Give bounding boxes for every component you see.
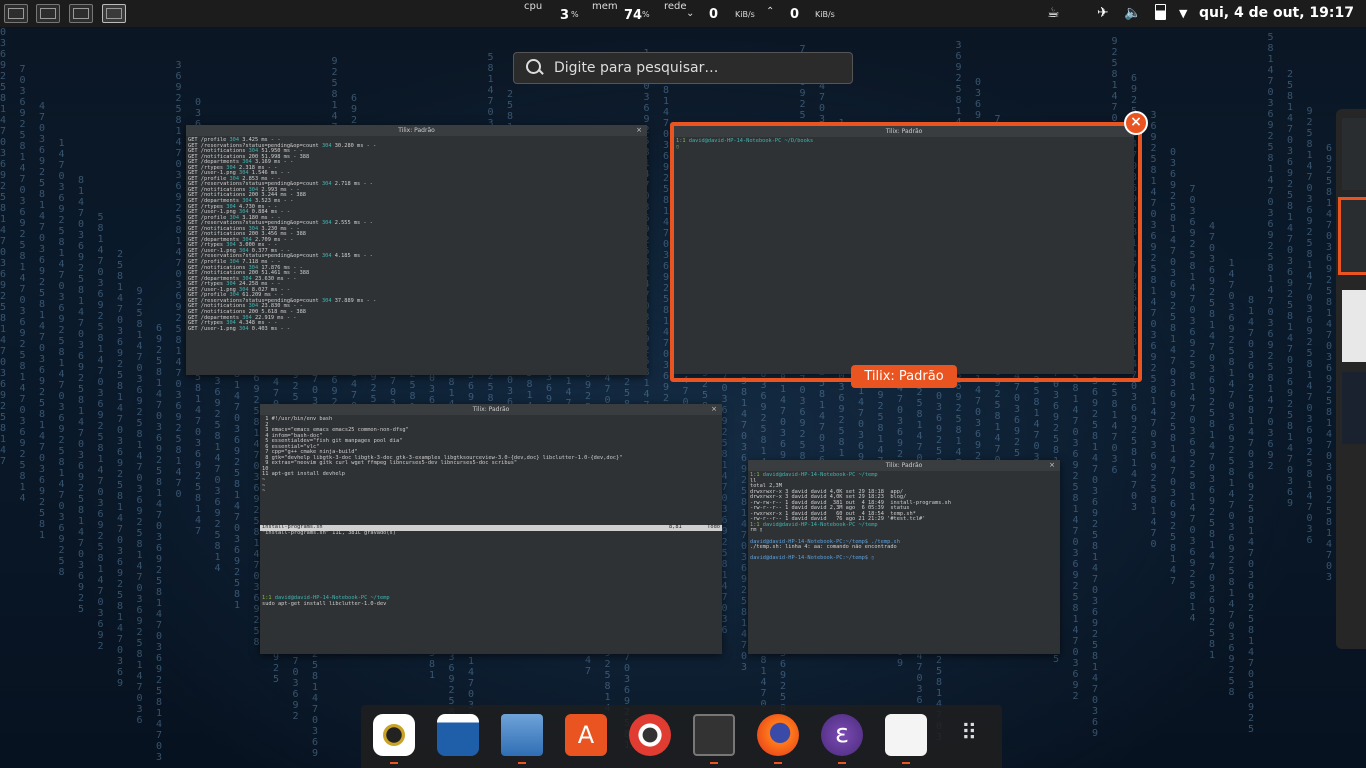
window-title: Tilix: Padrão xyxy=(398,127,435,134)
search-icon xyxy=(526,59,541,74)
mem-value: 74 xyxy=(624,8,643,23)
selected-window-frame xyxy=(670,122,1142,382)
workspace-thumbnail-3[interactable] xyxy=(1342,290,1366,362)
close-icon[interactable]: × xyxy=(1049,460,1055,471)
terminal-command: rm ▯ xyxy=(750,527,763,534)
wallpaper-glyphs: 8 1 4 7 0 3 6 9 2 5 8 1 4 7 0 3 6 9 2 5 … xyxy=(78,175,85,615)
search-input[interactable] xyxy=(552,57,846,79)
terminal-line: david@david-HP-14-Notebook-PC:~/temp$ ▯ xyxy=(750,555,875,562)
wallpaper-glyphs: 7 0 3 6 9 2 5 8 1 4 7 0 3 6 9 2 5 8 1 4 … xyxy=(19,64,26,504)
volume-icon[interactable]: 🔈 xyxy=(1124,5,1141,21)
wallpaper-glyphs: 3 6 9 2 5 8 1 4 7 0 3 6 9 2 5 8 1 4 7 0 … xyxy=(1150,110,1157,550)
terminal-prompt[interactable]: 1:1 david@david-HP-14-Notebook-PC ~/temp… xyxy=(260,594,392,609)
prompt-text: david@david-HP-14-Notebook-PC ~/temp xyxy=(762,472,878,478)
window-caption: Tilix: Padrão xyxy=(851,365,957,388)
files-icon[interactable] xyxy=(501,714,543,756)
close-window-button[interactable]: × xyxy=(1124,111,1148,135)
net-down-unit: KiB/s xyxy=(735,10,755,19)
wallpaper-glyphs: 5 8 1 4 7 0 3 6 9 2 5 8 1 4 7 0 3 6 9 2 … xyxy=(1267,32,1274,472)
help-icon[interactable] xyxy=(629,714,671,756)
workspace-thumbnail-4[interactable] xyxy=(1342,372,1366,444)
window-tilix-vim[interactable]: Tilix: Padrão × 1 #!/usr/bin/env bash 2 … xyxy=(260,404,722,654)
close-icon[interactable]: × xyxy=(636,125,642,136)
window-title: Tilix: Padrão xyxy=(472,406,510,413)
window-tilix-temp[interactable]: Tilix: Padrão × 1:1 david@david-HP-14-No… xyxy=(748,460,1060,654)
wallpaper-glyphs: 5 8 1 4 7 0 3 6 9 2 5 8 1 4 7 0 3 6 9 2 … xyxy=(97,212,104,652)
workspace-2-icon[interactable] xyxy=(36,4,60,23)
show-applications-icon[interactable]: ⠿ xyxy=(949,714,991,756)
battery-icon[interactable] xyxy=(1155,4,1166,24)
cpu-unit: % xyxy=(571,10,579,19)
search-box[interactable] xyxy=(513,52,853,84)
up-arrow-icon: ⌃ xyxy=(766,6,775,17)
wallpaper-glyphs: 9 2 5 8 1 4 7 0 3 6 9 2 5 8 1 4 7 0 3 6 … xyxy=(136,286,143,726)
running-indicator xyxy=(390,762,398,764)
running-indicator xyxy=(710,762,718,764)
airplane-mode-icon[interactable]: ✈ xyxy=(1097,5,1109,21)
evince-icon[interactable] xyxy=(885,714,927,756)
cpu-label: cpu xyxy=(524,1,543,12)
running-indicator xyxy=(902,762,910,764)
net-up-value: 0 xyxy=(790,7,800,22)
window-title: Tilix: Padrão xyxy=(885,462,923,469)
workspace-4-icon[interactable] xyxy=(102,4,126,23)
mem-unit: % xyxy=(642,10,650,19)
emacs-icon[interactable]: ε xyxy=(821,714,863,756)
close-icon: × xyxy=(1130,114,1142,130)
editor-message: "install-programs.sh" 11L, 381C gravado(… xyxy=(262,529,396,536)
window-titlebar[interactable]: Tilix: Padrão × xyxy=(260,404,722,415)
tilix-icon[interactable] xyxy=(693,714,735,756)
rhythmbox-icon[interactable] xyxy=(373,714,415,756)
terminal-output[interactable]: GET /profile 304 3.425 ms - - GET /reserv… xyxy=(186,136,647,334)
wallpaper-glyphs: 8 1 4 7 0 3 6 9 2 5 8 1 4 7 0 3 6 9 2 5 … xyxy=(1248,295,1255,735)
coffee-icon[interactable]: ☕ xyxy=(1047,5,1060,21)
workspace-thumbnail-1[interactable] xyxy=(1342,118,1366,190)
running-indicator xyxy=(518,762,526,764)
top-panel: cpu 3 % mem 74 % rede ⌄ 0 KiB/s ⌃ 0 KiB/… xyxy=(0,0,1366,27)
wallpaper-glyphs: 3 6 9 2 5 8 1 4 7 0 3 6 9 2 5 8 1 4 7 0 … xyxy=(175,60,182,500)
wallpaper-glyphs: 4 7 0 3 6 9 2 5 8 1 4 7 0 3 6 9 2 5 8 1 … xyxy=(39,101,46,541)
libreoffice-writer-icon[interactable] xyxy=(437,714,479,756)
down-arrow-icon: ⌄ xyxy=(686,8,695,19)
terminal-command: sudo apt-get install libclutter-1.0-dev xyxy=(262,600,387,607)
workspace-thumbnail-2[interactable] xyxy=(1338,197,1366,275)
wallpaper-glyphs: 2 5 8 1 4 7 0 3 6 9 2 5 8 1 4 7 0 3 6 9 … xyxy=(117,249,124,689)
close-icon[interactable]: × xyxy=(711,404,717,415)
workspace-3-icon[interactable] xyxy=(69,4,93,23)
directory-listing: total 2,3M drwxrwxr-x 3 david david 4,0K… xyxy=(750,483,951,523)
net-label: rede xyxy=(664,1,687,12)
workspace-1-icon[interactable] xyxy=(4,4,28,23)
wallpaper-glyphs: 9 2 5 8 1 4 7 0 3 6 9 2 5 8 1 4 7 0 3 6 … xyxy=(1306,106,1313,546)
net-down-value: 0 xyxy=(709,7,719,22)
wallpaper-glyphs: 4 7 0 3 6 9 2 5 8 1 4 7 0 3 6 9 2 5 8 1 … xyxy=(1209,221,1216,661)
terminal-output[interactable]: 1:1 david@david-HP-14-Notebook-PC ~/temp… xyxy=(748,471,1060,564)
wallpaper-glyphs: 7 0 3 6 9 2 5 8 1 4 7 0 3 6 9 2 5 8 1 4 … xyxy=(1189,184,1196,624)
wallpaper-glyphs: 1 4 7 0 3 6 9 2 5 8 1 4 7 0 3 6 9 2 5 8 … xyxy=(58,138,65,578)
running-indicator xyxy=(774,762,782,764)
software-center-icon[interactable]: A xyxy=(565,714,607,756)
wallpaper-glyphs: 1 4 7 0 3 6 9 2 5 8 1 4 7 0 3 6 9 2 5 8 … xyxy=(1228,258,1235,698)
wallpaper-glyphs: 6 9 2 5 8 1 4 7 0 3 6 9 2 5 8 1 4 7 0 3 … xyxy=(1326,143,1333,583)
firefox-icon[interactable] xyxy=(757,714,799,756)
wallpaper-glyphs: 6 9 2 5 8 1 4 7 0 3 6 9 2 5 8 1 4 7 0 3 … xyxy=(156,323,163,763)
wallpaper-glyphs: 0 3 6 9 2 5 8 1 4 7 0 3 6 9 2 5 8 1 4 7 … xyxy=(1170,147,1177,587)
mem-label: mem xyxy=(592,1,618,12)
net-up-unit: KiB/s xyxy=(815,10,835,19)
running-indicator xyxy=(838,762,846,764)
log-line: GET /user-1.png 304 0.403 ms - - xyxy=(188,325,291,332)
wallpaper-glyphs: 2 5 8 1 4 7 0 3 6 9 2 5 8 1 4 7 0 3 6 9 … xyxy=(1287,69,1294,509)
menu-arrow-icon[interactable]: ▼ xyxy=(1179,7,1187,20)
window-titlebar[interactable]: Tilix: Padrão × xyxy=(186,125,647,136)
status-position: 8,81 Todo xyxy=(668,524,720,530)
wallpaper-glyphs: 0 3 6 9 2 5 8 1 4 7 0 3 6 9 2 5 8 1 4 7 … xyxy=(0,27,7,467)
window-titlebar[interactable]: Tilix: Padrão × xyxy=(748,460,1060,471)
terminal-line: ./temp.sh: linha 4: aa: comando não enco… xyxy=(750,544,897,551)
clock[interactable]: qui, 4 de out, 19:17 xyxy=(1199,5,1354,21)
editor-buffer[interactable]: 1 #!/usr/bin/env bash 2 3 emacs="emacs e… xyxy=(260,415,722,525)
window-tilix-log[interactable]: Tilix: Padrão × GET /profile 304 3.425 m… xyxy=(186,125,647,375)
prompt-text: david@david-HP-14-Notebook-PC ~/temp xyxy=(762,521,878,528)
editor-line: ~ xyxy=(262,488,266,495)
cpu-value: 3 xyxy=(560,8,570,23)
